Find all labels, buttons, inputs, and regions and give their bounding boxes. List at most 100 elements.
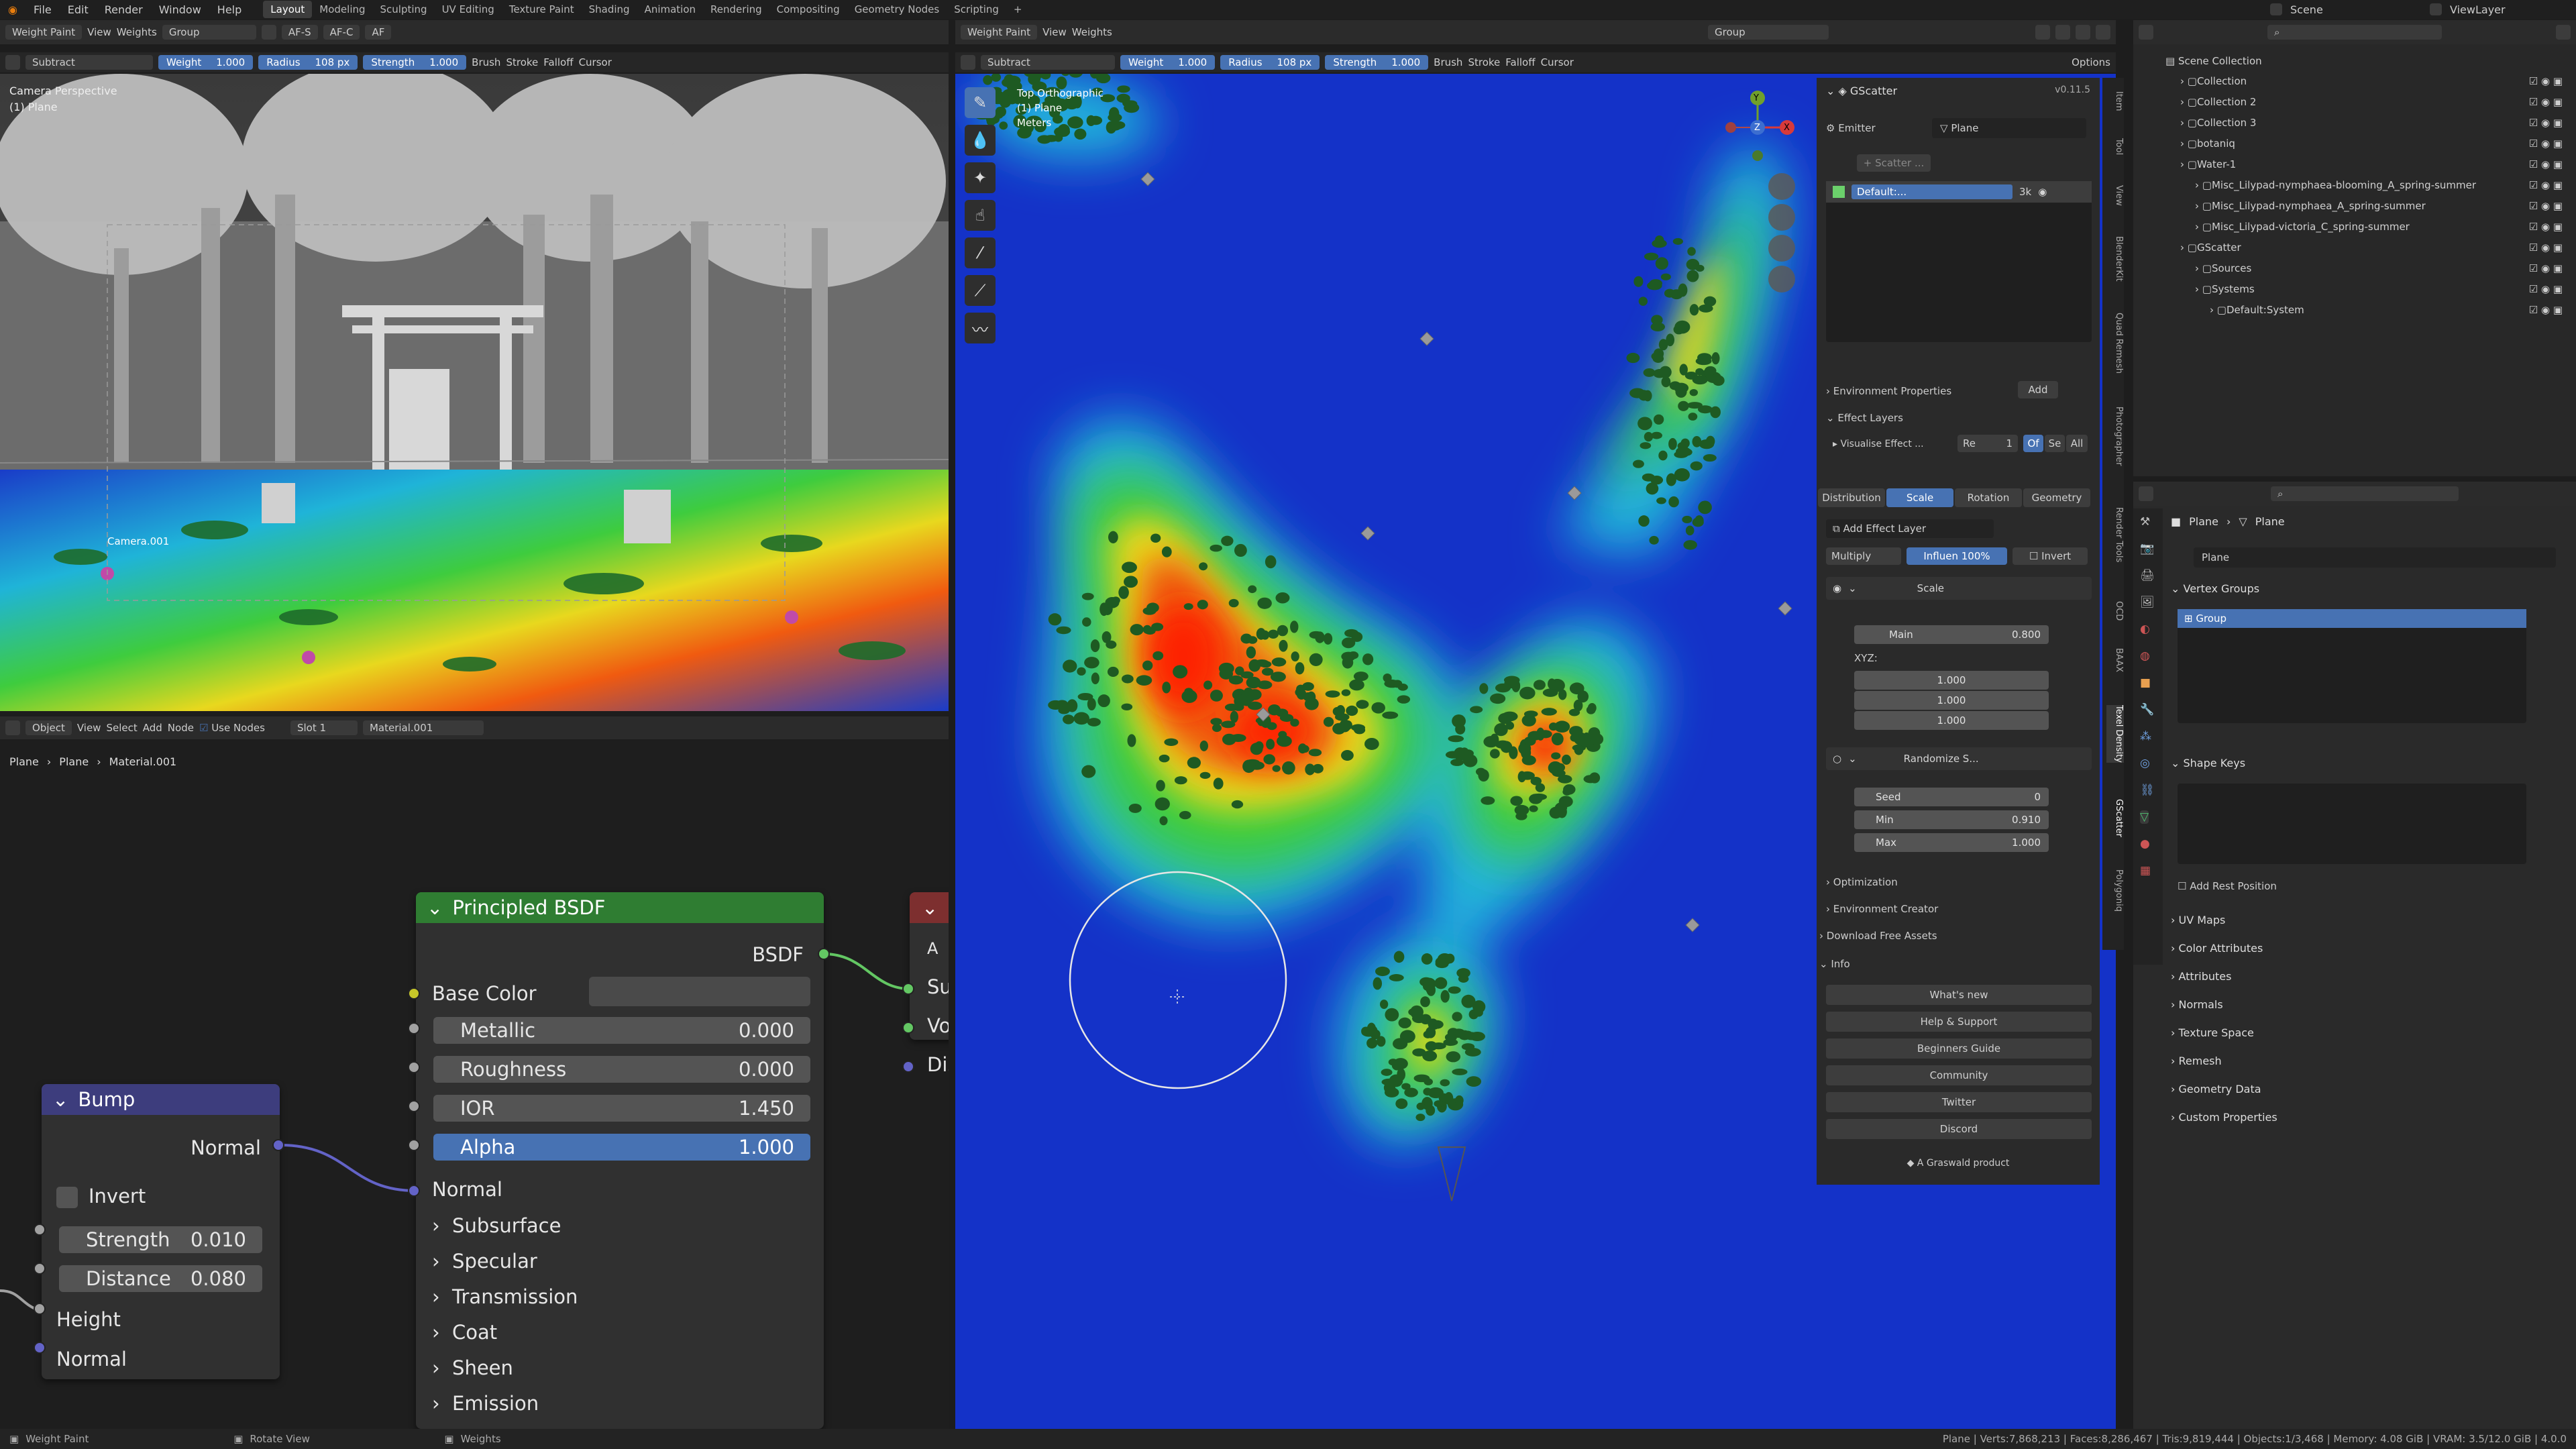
stroke-menu[interactable]: Stroke xyxy=(506,56,538,68)
tab-texture-paint[interactable]: Texture Paint xyxy=(502,1,582,18)
outliner-item[interactable]: › ▢ Collection 3 ☑ ◉ ▣ xyxy=(2147,113,2576,133)
af-c-button[interactable]: AF-C xyxy=(323,25,360,40)
visibility-toggles[interactable]: ☑ ◉ ▣ xyxy=(2529,179,2563,191)
blend-mode-selector[interactable]: Subtract xyxy=(25,55,153,70)
af-s-button[interactable]: AF-S xyxy=(281,25,318,40)
environment-creator-panel[interactable]: › Environment Creator xyxy=(1826,903,1938,915)
tab-photographer[interactable]: Photographer xyxy=(2106,407,2124,466)
xray-toggle-icon[interactable] xyxy=(2076,25,2090,40)
whats-new-link[interactable]: What's new xyxy=(1826,985,2092,1005)
base-color-socket[interactable] xyxy=(408,987,420,1000)
material-output-node[interactable]: ⌄ A Su Vo xyxy=(910,892,949,1040)
visibility-toggles[interactable]: ☑ ◉ ▣ xyxy=(2529,158,2563,170)
cursor-menu[interactable]: Cursor xyxy=(1541,56,1574,68)
tab-rendering[interactable]: Rendering xyxy=(703,1,769,18)
se-toggle[interactable]: Se xyxy=(2045,435,2065,452)
tab-tool[interactable]: Tool xyxy=(2106,138,2124,155)
use-nodes-checkbox[interactable]: ☑ Use Nodes xyxy=(199,722,265,734)
blend-mode-selector[interactable]: Subtract xyxy=(981,55,1115,70)
visualise-effect-toggle[interactable]: ▸ Visualise Effect ... xyxy=(1833,439,1924,449)
environment-properties-panel[interactable]: › Environment Properties xyxy=(1826,385,1951,397)
tab-blenderkit[interactable]: BlenderKit xyxy=(2106,236,2124,282)
tab-view[interactable]: View xyxy=(2106,185,2124,206)
tab-gscatter[interactable]: GScatter xyxy=(2106,799,2124,837)
material-props-icon[interactable]: ● xyxy=(2140,837,2150,851)
shading-icon[interactable] xyxy=(261,25,276,40)
outliner-item[interactable]: › ▢ Sources ☑ ◉ ▣ xyxy=(2147,258,2576,278)
options-menu[interactable]: Options xyxy=(2072,56,2110,68)
outliner-item[interactable]: › ▢ Collection 2 ☑ ◉ ▣ xyxy=(2147,92,2576,112)
tab-quad-remesh[interactable]: Quad Remesh xyxy=(2106,313,2124,374)
menu-view[interactable]: View xyxy=(77,722,101,734)
principled-bsdf-node[interactable]: ⌄ Principled BSDF BSDF Base Color Metalli… xyxy=(416,892,824,1429)
properties-section[interactable]: › UV Maps xyxy=(2171,914,2225,926)
material-selector[interactable]: Material.001 xyxy=(362,720,484,735)
bump-normal-input-socket[interactable] xyxy=(34,1342,46,1354)
tab-item[interactable]: Item xyxy=(2106,91,2124,111)
invert-toggle[interactable]: ☐ Invert xyxy=(2012,547,2088,565)
menu-help[interactable]: Help xyxy=(209,3,250,16)
menu-view[interactable]: View xyxy=(1042,26,1067,38)
tool-props-icon[interactable]: ⚒ xyxy=(2140,515,2150,529)
ior-socket[interactable] xyxy=(408,1100,420,1112)
visibility-toggles[interactable]: ☑ ◉ ▣ xyxy=(2529,304,2563,316)
tab-render-tools[interactable]: Render Tools xyxy=(2106,507,2124,562)
brush-icon[interactable] xyxy=(961,55,975,70)
properties-section[interactable]: › Remesh xyxy=(2171,1055,2222,1067)
outliner-item[interactable]: › ▢ Water-1 ☑ ◉ ▣ xyxy=(2147,154,2576,174)
gradient-tool-icon[interactable]: ⟋ xyxy=(965,275,996,306)
tab-compositing[interactable]: Compositing xyxy=(769,1,847,18)
properties-section[interactable]: › Normals xyxy=(2171,998,2223,1011)
visibility-toggles[interactable]: ☑ ◉ ▣ xyxy=(2529,138,2563,150)
base-color-swatch[interactable] xyxy=(589,977,810,1006)
render-props-icon[interactable]: 📷 xyxy=(2140,542,2154,555)
system-list[interactable]: Default:... 3k ◉ xyxy=(1826,181,2092,342)
menu-file[interactable]: File xyxy=(25,3,60,16)
modifier-props-icon[interactable]: 🔧 xyxy=(2140,703,2154,716)
outliner-item[interactable]: › ▢ botaniq ☑ ◉ ▣ xyxy=(2147,133,2576,154)
eye-icon[interactable]: ◉ xyxy=(2038,186,2047,198)
tab-uv-editing[interactable]: UV Editing xyxy=(435,1,502,18)
discord-link[interactable]: Discord xyxy=(1826,1119,2092,1139)
section-specular[interactable]: › Specular xyxy=(432,1250,537,1273)
scene-props-icon[interactable]: ◐ xyxy=(2140,623,2150,636)
main-field[interactable]: Main 0.800 xyxy=(1854,625,2049,644)
visibility-toggles[interactable]: ☑ ◉ ▣ xyxy=(2529,241,2563,254)
effect-layers-panel[interactable]: ⌄ Effect Layers xyxy=(1826,412,1903,424)
filter-icon[interactable] xyxy=(2556,25,2571,40)
menu-add[interactable]: Add xyxy=(143,722,162,734)
all-toggle[interactable]: All xyxy=(2066,435,2088,452)
menu-node[interactable]: Node xyxy=(168,722,194,734)
scatter-button[interactable]: + Scatter ... xyxy=(1857,154,1931,172)
editor-type-icon[interactable] xyxy=(5,720,20,735)
falloff-menu[interactable]: Falloff xyxy=(543,56,573,68)
mode-selector[interactable]: Weight Paint xyxy=(5,25,83,40)
bump-node-header[interactable]: ⌄ Bump xyxy=(42,1084,280,1115)
section-coat[interactable]: › Coat xyxy=(432,1321,497,1344)
tab-baax[interactable]: BAAX xyxy=(2106,648,2124,672)
of-toggle[interactable]: Of xyxy=(2023,435,2043,452)
ior-field[interactable]: IOR 1.450 xyxy=(433,1095,810,1122)
texture-props-icon[interactable]: ▦ xyxy=(2140,864,2151,877)
view-layer-selector[interactable]: ViewLayer xyxy=(2442,3,2576,16)
blur-tool-icon[interactable]: 💧 xyxy=(965,125,996,156)
tab-layout[interactable]: Layout xyxy=(263,1,313,18)
view-layer-props-icon[interactable]: 🖼 xyxy=(2140,596,2155,609)
vertex-group-selector[interactable]: Group xyxy=(1708,25,1829,40)
seed-field[interactable]: Seed 0 xyxy=(1854,788,2049,806)
material-output-header[interactable]: ⌄ xyxy=(910,892,949,923)
mode-selector[interactable]: Weight Paint xyxy=(961,25,1038,40)
tab-geometry-nodes[interactable]: Geometry Nodes xyxy=(847,1,947,18)
brush-menu[interactable]: Brush xyxy=(1434,56,1462,68)
properties-section[interactable]: › Attributes xyxy=(2171,970,2231,983)
blend-mode-selector[interactable]: Multiply xyxy=(1826,547,1901,565)
info-panel[interactable]: ⌄ Info xyxy=(1819,958,1850,970)
displacement-socket[interactable] xyxy=(902,1061,914,1073)
twitter-link[interactable]: Twitter xyxy=(1826,1092,2092,1112)
system-list-item[interactable]: Default:... 3k ◉ xyxy=(1826,181,2092,203)
properties-section[interactable]: › Geometry Data xyxy=(2171,1083,2261,1095)
scale-x-field[interactable]: 1.000 xyxy=(1854,671,2049,690)
shape-key-list[interactable] xyxy=(2178,784,2526,864)
brush-icon[interactable] xyxy=(5,55,20,70)
tab-texel-density[interactable]: Texel Density xyxy=(2106,705,2124,763)
